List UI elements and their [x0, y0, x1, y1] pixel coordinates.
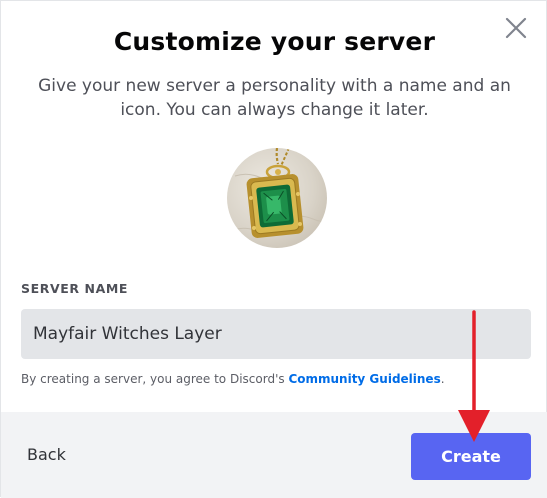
modal-footer: Back Create: [1, 412, 547, 498]
terms-suffix: .: [440, 372, 445, 386]
modal-subtitle: Give your new server a personality with …: [38, 76, 511, 120]
back-button[interactable]: Back: [27, 445, 66, 464]
create-button[interactable]: Create: [411, 433, 531, 480]
modal-title: Customize your server: [113, 27, 436, 56]
community-guidelines-link[interactable]: Community Guidelines: [288, 372, 440, 386]
server-icon-image: [232, 148, 326, 238]
terms-text: By creating a server, you agree to Disco…: [21, 372, 445, 386]
server-name-label: SERVER NAME: [21, 281, 129, 296]
server-icon-upload[interactable]: [227, 148, 327, 248]
server-name-input[interactable]: [21, 309, 531, 359]
create-server-modal: Customize your server Give your new serv…: [0, 0, 547, 498]
terms-prefix: By creating a server, you agree to Disco…: [21, 372, 289, 386]
